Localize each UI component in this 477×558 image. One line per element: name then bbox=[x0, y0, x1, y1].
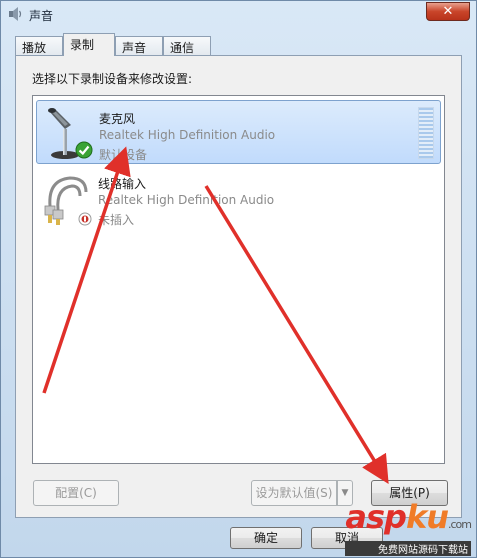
watermark-text: 免费网站源码下载站 bbox=[345, 541, 471, 556]
watermark: aspku.com 免费网站源码下载站 bbox=[345, 498, 472, 556]
recording-panel: 选择以下录制设备来修改设置: 麦克风 Realtek High Definiti… bbox=[15, 55, 462, 518]
configure-button[interactable]: 配置(C) bbox=[33, 480, 119, 506]
speaker-icon bbox=[9, 7, 22, 21]
device-status: 默认设备 bbox=[99, 148, 148, 162]
tab-recording[interactable]: 录制 bbox=[63, 33, 115, 56]
device-name: 线路输入 bbox=[98, 177, 147, 191]
window-title: 声音 bbox=[29, 9, 54, 23]
input-level-meter bbox=[418, 107, 434, 159]
device-list: 麦克风 Realtek High Definition Audio 默认设备 线… bbox=[32, 95, 445, 464]
red-unplugged-badge-icon bbox=[78, 212, 92, 226]
tab-playback[interactable]: 播放 bbox=[15, 36, 63, 55]
device-driver: Realtek High Definition Audio bbox=[99, 128, 276, 142]
tab-sounds[interactable]: 声音 bbox=[115, 36, 163, 55]
device-driver: Realtek High Definition Audio bbox=[98, 193, 275, 207]
set-default-button[interactable]: 设为默认值(S) bbox=[251, 480, 337, 506]
close-button[interactable]: ✕ bbox=[426, 2, 470, 21]
device-name: 麦克风 bbox=[99, 112, 136, 126]
tab-communications[interactable]: 通信 bbox=[163, 36, 211, 55]
watermark-logo: aspku.com bbox=[345, 498, 472, 536]
title-bar: 声音 ✕ bbox=[1, 1, 476, 29]
ok-button[interactable]: 确定 bbox=[230, 527, 302, 549]
device-microphone[interactable]: 麦克风 Realtek High Definition Audio 默认设备 bbox=[36, 100, 441, 164]
device-line-in[interactable]: 线路输入 Realtek High Definition Audio 未插入 bbox=[36, 166, 441, 230]
instruction-text: 选择以下录制设备来修改设置: bbox=[32, 72, 193, 86]
device-status: 未插入 bbox=[98, 213, 135, 227]
sound-dialog: 声音 ✕ 播放 录制 声音 通信 选择以下录制设备来修改设置: 麦克风 Real… bbox=[0, 0, 477, 558]
green-check-badge-icon bbox=[75, 141, 93, 159]
